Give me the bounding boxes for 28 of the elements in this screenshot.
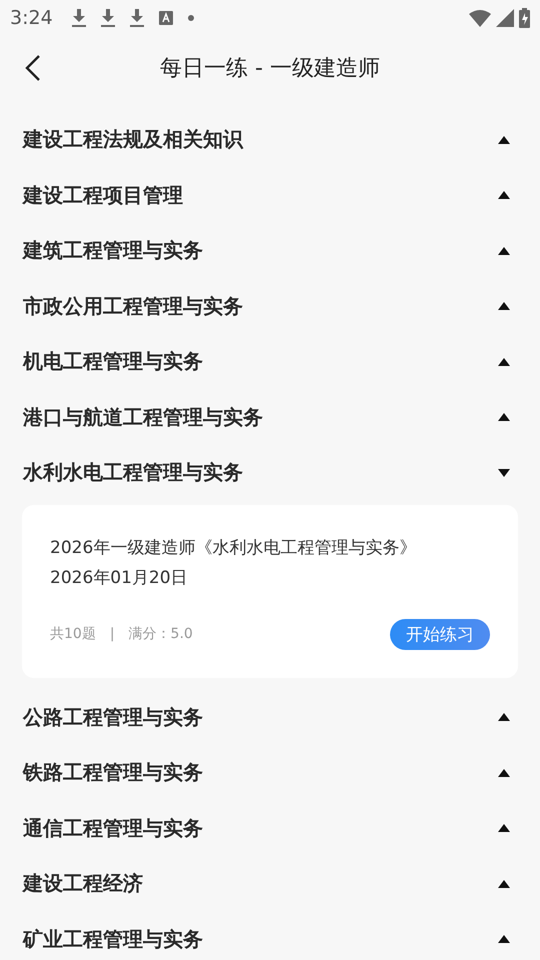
full-score: 满分：5.0 [128,625,193,643]
section-header[interactable]: 铁路工程管理与实务 [0,745,540,800]
exercise-date: 2026年01月20日 [50,566,189,590]
battery-icon [519,8,530,28]
section-header[interactable]: 公路工程管理与实务 [0,690,540,745]
status-time: 3:24 [10,7,53,29]
download-icon [130,9,144,27]
back-icon[interactable] [24,54,42,82]
page-title: 每日一练 - 一级建造师 [160,55,380,83]
section-header[interactable]: 矿业工程管理与实务 [0,912,540,960]
download-icon [72,9,86,27]
signal-icon [496,9,514,27]
section-header[interactable]: 建设工程经济 [0,856,540,912]
question-count: 共10题 [50,625,96,643]
notification-icon [158,11,173,25]
section-header[interactable]: 水利水电工程管理与实务 [0,445,540,500]
download-icon [100,9,115,27]
section-header[interactable]: 港口与航道工程管理与实务 [0,390,540,445]
dot-icon [188,15,194,21]
section-header[interactable]: 机电工程管理与实务 [0,334,540,390]
section-header[interactable]: 建设工程项目管理 [0,168,540,223]
section-header[interactable]: 市政公用工程管理与实务 [0,278,540,334]
separator: | [110,626,115,642]
section-header[interactable]: 通信工程管理与实务 [0,800,540,856]
exercise-title: 2026年一级建造师《水利水电工程管理与实务》 [50,536,418,560]
wifi-icon [469,10,491,26]
section-header[interactable]: 建筑工程管理与实务 [0,223,540,278]
section-header[interactable]: 建设工程法规及相关知识 [0,112,540,168]
